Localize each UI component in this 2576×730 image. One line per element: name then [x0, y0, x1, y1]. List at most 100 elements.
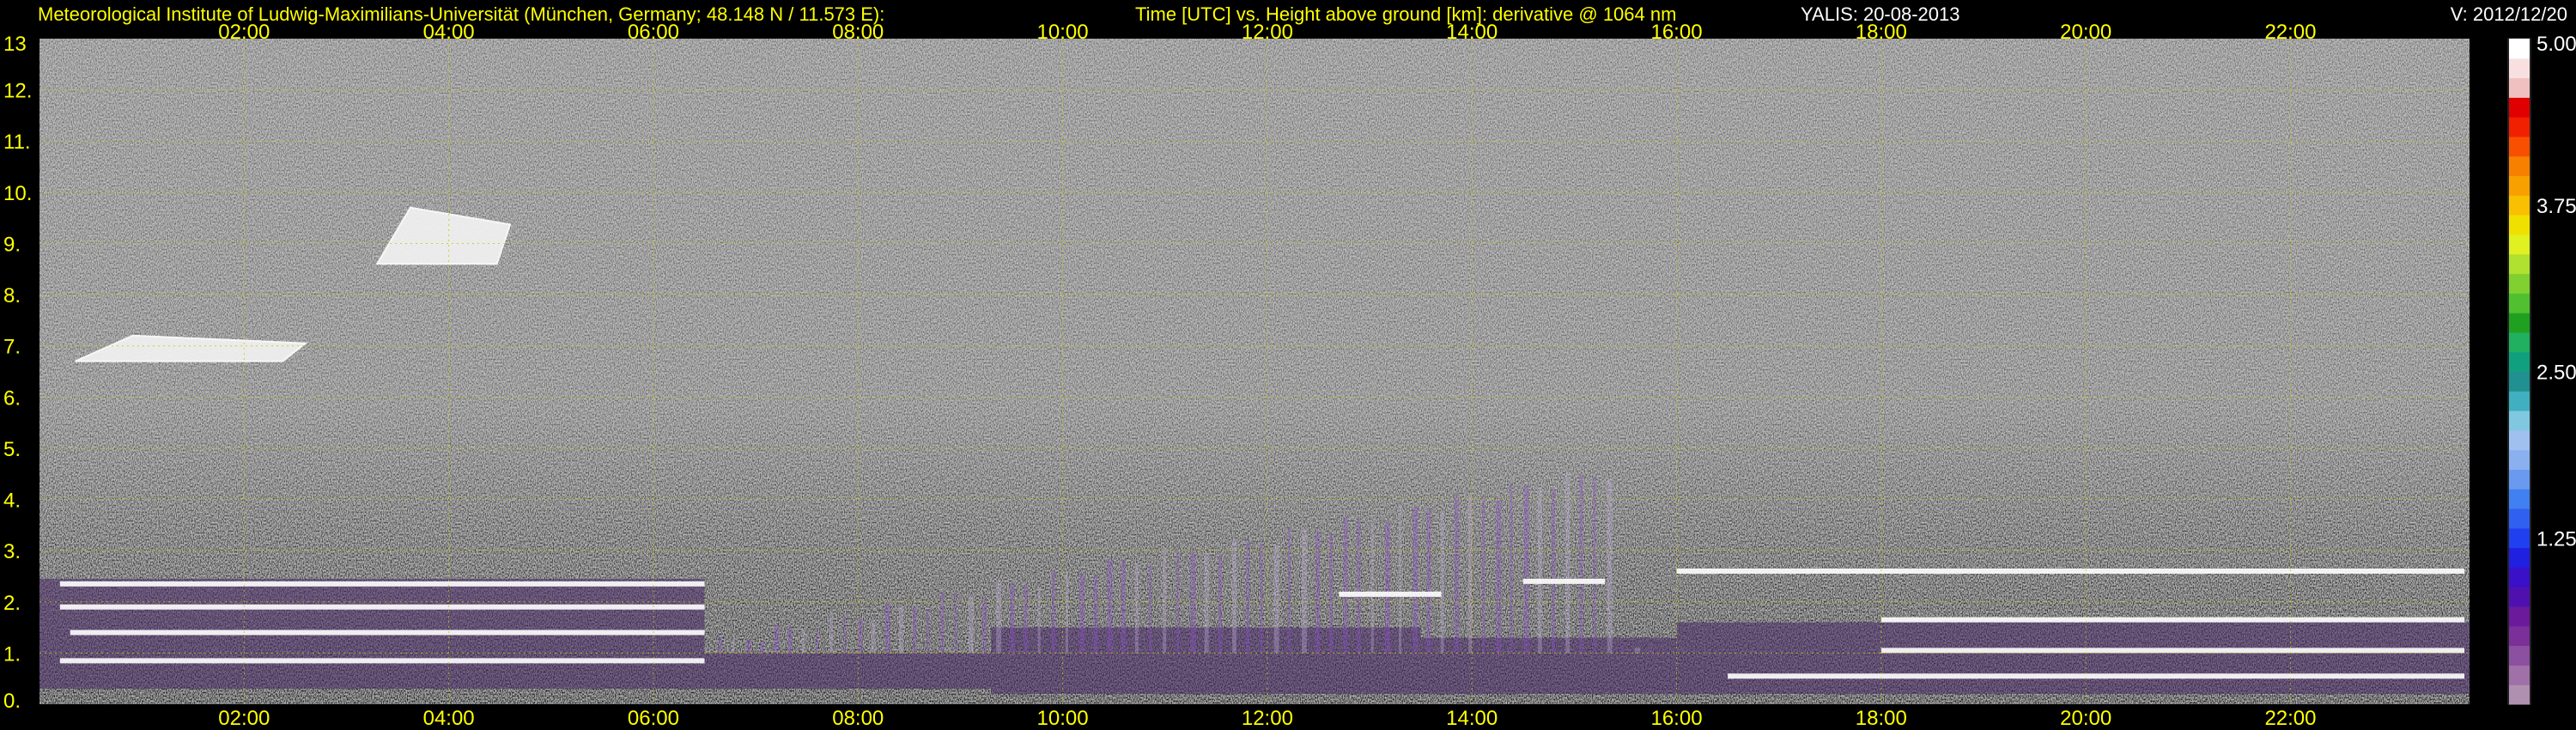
colorbar-cell [2509, 58, 2530, 79]
plume-streak [787, 627, 793, 654]
y-axis-ticks: 0. 1. 2. 3. 4. 5. 6. 7. 8. 9. 10. 11. 12. 13 [3, 33, 32, 713]
plume-streak [1579, 474, 1583, 654]
header-instrument: YALIS: 20-08-2013 [1801, 3, 1960, 25]
colorbar-cell [2509, 293, 2530, 313]
colorbar-cell [2509, 195, 2530, 216]
y-tick-label: 9. [3, 233, 21, 256]
plume-streak [843, 616, 847, 654]
x-tick-label-bottom: 04:00 [423, 707, 475, 730]
plume-streak [1510, 483, 1513, 654]
plume-streak [1482, 498, 1485, 654]
colorbar-cell [2509, 449, 2530, 470]
x-tick-label-bottom: 02:00 [218, 707, 270, 730]
x-axis-ticks-bottom: 02:00 04:00 06:00 08:00 10:00 12:00 14:00 16:00… [218, 707, 2316, 730]
colorbar-cell [2509, 606, 2530, 627]
x-tick-label-bottom: 16:00 [1650, 707, 1702, 730]
colorbar-cell [2509, 567, 2530, 587]
plume-streak [1037, 587, 1041, 654]
colorbar-cell [2509, 332, 2530, 353]
plume-streak [801, 629, 805, 654]
plume-streak [1357, 518, 1361, 654]
header-version: V: 2012/12/20 [2451, 3, 2567, 25]
y-tick-label: 8. [3, 284, 21, 307]
plume-streak [1467, 496, 1472, 654]
colorbar-cell [2509, 136, 2530, 157]
plume-streak [884, 603, 890, 654]
plume-streak [1315, 531, 1321, 654]
plume-streak [927, 608, 930, 654]
plume-streak [996, 581, 1002, 654]
x-tick-label-bottom: 14:00 [1446, 707, 1498, 730]
x-tick-label-bottom: 10:00 [1037, 707, 1089, 730]
y-tick-label: 11. [3, 131, 31, 154]
y-tick-label: 5. [3, 438, 21, 461]
colorbar-cell [2509, 411, 2530, 431]
x-tick-label-top: 20:00 [2060, 21, 2111, 44]
header-institute: Meteorological Institute of Ludwig-Maxim… [38, 3, 884, 25]
plume-streak [1149, 564, 1152, 654]
plume-streak [954, 593, 957, 654]
lidar-quicklook: 0. 1. 2. 3. 4. 5. 6. 7. 8. 9. 10. 11. 12. 13 02:00 04:… [3, 3, 2576, 730]
y-tick-label: 6. [3, 386, 21, 410]
colorbar-cell [2509, 684, 2530, 705]
plume-streak [1620, 645, 1624, 654]
colorbar-cell [2509, 587, 2530, 607]
y-tick-label: 2. [3, 592, 21, 615]
colorbar-cells [2509, 39, 2530, 705]
colorbar-label: 3.75 [2537, 195, 2576, 218]
y-tick-label: 12. [3, 80, 32, 103]
plume-streak [898, 605, 903, 654]
colorbar-cell [2509, 625, 2530, 647]
plume-streak [913, 606, 917, 654]
y-tick-label: 1. [3, 642, 21, 666]
plume-streak [815, 630, 818, 654]
colorbar-cell [2509, 77, 2530, 98]
plume-streak [1093, 575, 1098, 654]
plume-streak [1426, 508, 1431, 654]
plume-streak [1079, 574, 1085, 654]
plume-streak [1496, 500, 1502, 654]
plume-streak [1121, 561, 1126, 654]
colorbar-cell [2509, 253, 2530, 275]
x-tick-label-top: 22:00 [2264, 21, 2316, 44]
boundary-layer-4 [1676, 622, 2470, 695]
plume-streak [718, 636, 722, 654]
boundary-layer-3 [1420, 637, 1677, 695]
plume-streak [829, 614, 834, 654]
plume-streak [1051, 569, 1055, 654]
colorbar-cell [2509, 215, 2530, 235]
plume-streak [1065, 571, 1068, 654]
x-tick-label-bottom: 12:00 [1242, 707, 1293, 730]
plume-streak [1440, 511, 1444, 654]
colorbar-cell [2509, 547, 2530, 568]
plume-streak [746, 640, 752, 654]
plume-streak [981, 598, 987, 654]
plume-streak [1454, 494, 1459, 654]
colorbar-labels: 5.00 3.75 2.50 1.25 [2537, 33, 2576, 551]
plume-streak [1204, 553, 1209, 654]
plume-streak [1287, 527, 1291, 654]
plume-streak [1163, 548, 1167, 654]
plume-streak [1413, 507, 1419, 654]
header-description: Time [UTC] vs. Height above ground [km]:… [1135, 3, 1676, 25]
colorbar-label: 5.00 [2537, 33, 2576, 56]
colorbar-cell [2509, 234, 2530, 255]
plume-streak [1649, 649, 1654, 654]
plume-streak [732, 638, 735, 654]
plume-streak [1551, 489, 1555, 654]
y-tick-label: 13 [3, 33, 27, 56]
colorbar-cell [2509, 391, 2530, 411]
colorbar-cell [2509, 469, 2530, 490]
y-tick-label: 4. [3, 490, 21, 513]
x-tick-label-bottom: 06:00 [628, 707, 679, 730]
y-tick-label: 10. [3, 182, 32, 205]
plume-streak [1593, 476, 1596, 654]
colorbar-cell [2509, 39, 2530, 59]
plume-streak [968, 595, 974, 654]
plume-streak [1107, 558, 1113, 654]
plume-streak [1232, 538, 1237, 654]
plume-streak [1607, 478, 1613, 654]
plume-streak [774, 625, 780, 654]
plume-streak [1010, 582, 1015, 654]
colorbar-cell [2509, 645, 2530, 666]
